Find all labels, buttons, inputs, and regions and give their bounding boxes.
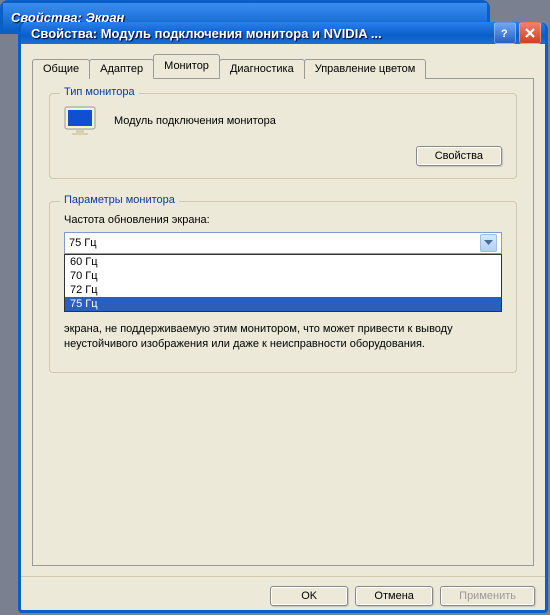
titlebar[interactable]: Свойства: Модуль подключения монитора и … [21,22,545,44]
monitor-type-legend: Тип монитора [60,86,139,98]
chevron-down-icon [484,240,493,246]
refresh-rate-dropdown[interactable]: 75 Гц 60 Гц 70 Гц 72 Гц 75 Гц [64,232,502,254]
monitor-params-legend: Параметры монитора [60,194,179,206]
tab-adapter[interactable]: Адаптер [89,59,154,79]
svg-text:?: ? [501,28,508,40]
help-button[interactable]: ? [494,22,516,44]
tabs: Общие Адаптер Монитор Диагностика Управл… [32,54,534,78]
monitor-params-group: Параметры монитора Частота обновления эк… [49,201,517,373]
tab-monitor[interactable]: Монитор [153,54,220,78]
refresh-rate-options-list: 60 Гц 70 Гц 72 Гц 75 Гц [64,254,502,312]
refresh-rate-option[interactable]: 75 Гц [65,297,501,311]
refresh-rate-option[interactable]: 70 Гц [65,269,501,283]
close-button[interactable] [519,22,541,44]
monitor-properties-button[interactable]: Свойства [416,146,502,166]
dialog-window: Свойства: Модуль подключения монитора и … [18,22,548,613]
help-icon: ? [498,26,512,40]
dialog-button-bar: OK Отмена Применить [21,576,545,615]
monitor-type-group: Тип монитора Модуль подключения монитора… [49,93,517,179]
tab-content: Тип монитора Модуль подключения монитора… [32,78,534,566]
refresh-rate-value: 75 Гц [69,237,480,249]
tab-general[interactable]: Общие [32,59,90,79]
monitor-name: Модуль подключения монитора [114,115,276,127]
refresh-rate-option[interactable]: 72 Гц [65,283,501,297]
refresh-rate-option[interactable]: 60 Гц [65,255,501,269]
cancel-button[interactable]: Отмена [355,586,433,606]
tab-color-management[interactable]: Управление цветом [304,59,427,79]
window-title: Свойства: Модуль подключения монитора и … [31,26,494,41]
tab-diagnostics[interactable]: Диагностика [219,59,305,79]
monitor-icon [64,106,98,136]
hint-text: экрана, не поддерживаемую этим монитором… [64,322,502,352]
dropdown-arrow-button[interactable] [480,234,497,252]
close-icon [523,26,537,40]
apply-button[interactable]: Применить [440,586,535,606]
refresh-rate-label: Частота обновления экрана: [64,214,502,226]
ok-button[interactable]: OK [270,586,348,606]
